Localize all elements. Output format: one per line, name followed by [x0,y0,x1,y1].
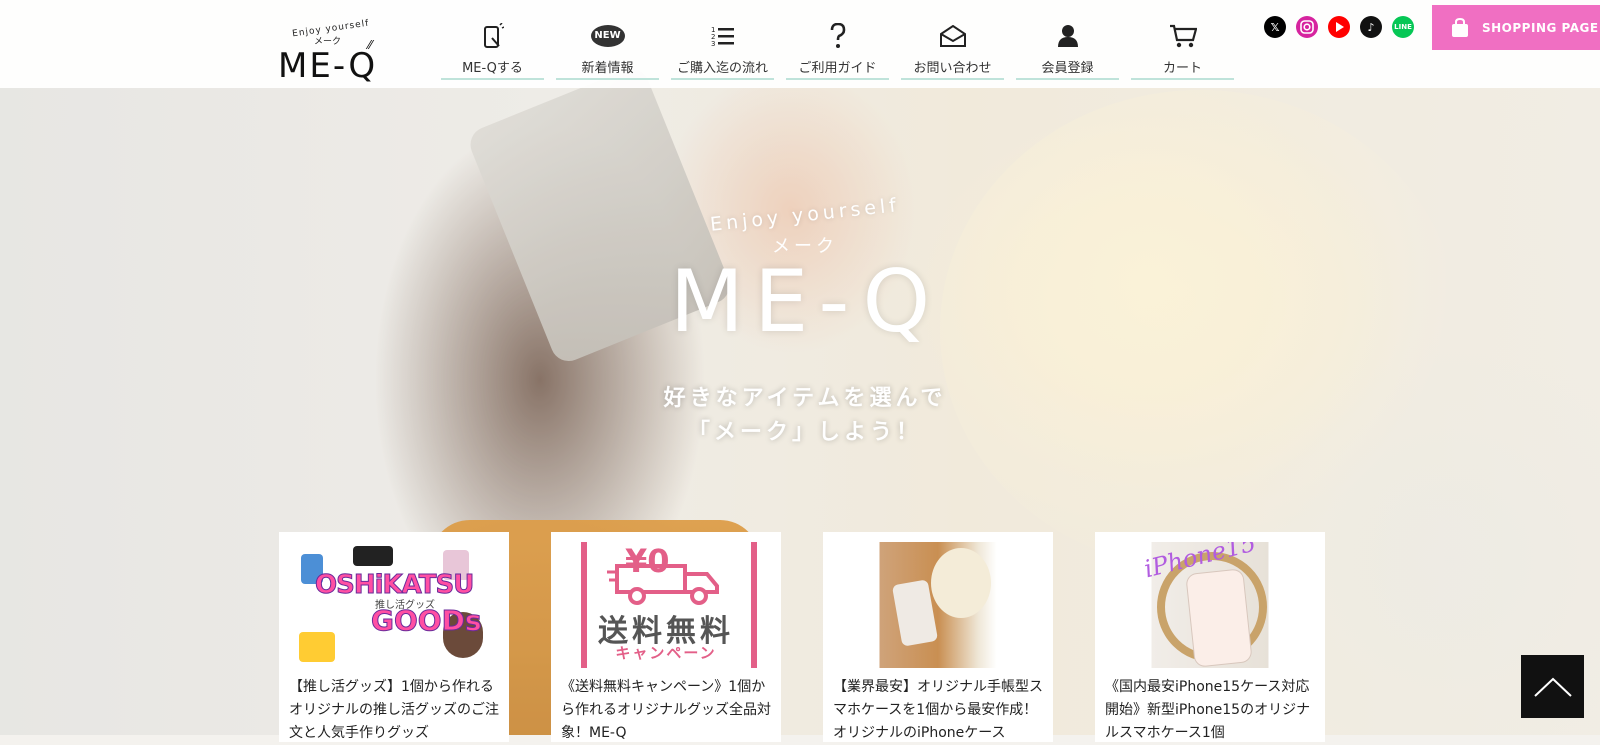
shopping-page-label: SHOPPING PAGE [1482,20,1599,35]
card-thumbnail [837,542,1039,668]
card-thumbnail: ¥0 送料無料 キャンペーン [565,542,767,668]
nav-item-purchase-flow[interactable]: 123 ご購入迄の流れ [671,18,774,80]
nav-label: 新着情報 [581,61,634,76]
back-to-top-button[interactable] [1521,655,1584,718]
tiktok-icon[interactable]: ♪ [1360,16,1382,38]
nav-item-cart[interactable]: カート [1131,18,1234,80]
news-card-free-shipping[interactable]: ¥0 送料無料 キャンペーン 《送料無料キャンペーン》1個から作れるオリジナルグ… [551,532,781,742]
envelope-icon [901,22,1004,50]
pampas-photo [931,548,991,618]
nav-item-contact[interactable]: お問い合わせ [901,18,1004,80]
news-card-iphone15[interactable]: iPhone15 《国内最安iPhone15ケース対応開始》新型iPhone15… [1095,532,1325,742]
nav-label: カート [1162,61,1202,76]
nav-item-news[interactable]: NEW 新着情報 [556,18,659,80]
oshikatsu-goods-title: GOODs [371,604,482,638]
hero-tagline-line2: 「メーク」しよう！ [687,420,922,445]
main-nav: ME-Qする NEW 新着情報 123 ご購入迄の流れ ご利用ガイド お問い合わ… [441,18,1246,80]
nav-item-me-q[interactable]: ME-Qする [441,18,544,80]
hero-wordmark: ME-Q [669,252,941,352]
card-thumbnail: OSHiKATSU 推し活グッズ GOODs [293,542,495,668]
line-icon[interactable]: LINE [1392,16,1414,38]
shopping-page-button[interactable]: SHOPPING PAGE [1432,5,1600,50]
svg-text:3: 3 [711,40,715,47]
yen-zero-label: ¥0 [625,542,670,580]
news-card-notebook-case[interactable]: 【業界最安】オリジナル手帳型スマホケースを1個から最安作成！オリジナルのiPho… [823,532,1053,742]
nav-item-guide[interactable]: ご利用ガイド [786,18,889,80]
social-links: 𝕏 ♪ LINE [1264,16,1424,38]
nav-item-register[interactable]: 会員登録 [1016,18,1119,80]
nav-label: ご利用ガイド [798,61,877,76]
cart-icon [1131,22,1234,50]
numbered-list-icon: 123 [671,22,774,50]
nav-label: ご購入迄の流れ [676,61,768,76]
new-badge-icon: NEW [556,22,659,50]
chevron-up-icon [1533,677,1572,697]
instagram-icon[interactable] [1296,16,1318,38]
question-mark-icon [786,22,889,50]
logo-wordmark: ME-Q [278,46,378,86]
user-icon [1016,22,1119,50]
new-badge: NEW [590,25,625,47]
site-header: Enjoy yourself メーク ME-Q ⁄⁄ ME-Qする NEW 新着… [0,0,1600,88]
card-thumbnail: iPhone15 [1109,542,1311,668]
x-icon[interactable]: 𝕏 [1264,16,1286,38]
nav-label: お問い合わせ [913,61,992,76]
hero-logo: Enjoy yourself メーク ME-Q 好きなアイテムを選んで 「メーク… [640,190,970,450]
nav-label: ME-Qする [462,61,523,76]
phone-q-icon [441,22,544,50]
news-card-oshikatsu[interactable]: OSHiKATSU 推し活グッズ GOODs 【推し活グッズ】1個から作れるオリ… [279,532,509,742]
site-logo[interactable]: Enjoy yourself メーク ME-Q ⁄⁄ [278,18,383,86]
youtube-icon[interactable] [1328,16,1350,38]
decor-shape [299,632,335,662]
logo-spark-icon: ⁄⁄ [368,38,373,52]
hero-tagline-line1: 好きなアイテムを選んで [663,386,947,411]
campaign-label: キャンペーン [615,644,717,662]
phone-case-photo [1186,569,1252,667]
shopping-bag-icon [1452,17,1468,37]
decor-shape [353,546,393,566]
hero-enjoy-text: Enjoy yourself [709,194,901,236]
nav-label: 会員登録 [1041,61,1094,76]
